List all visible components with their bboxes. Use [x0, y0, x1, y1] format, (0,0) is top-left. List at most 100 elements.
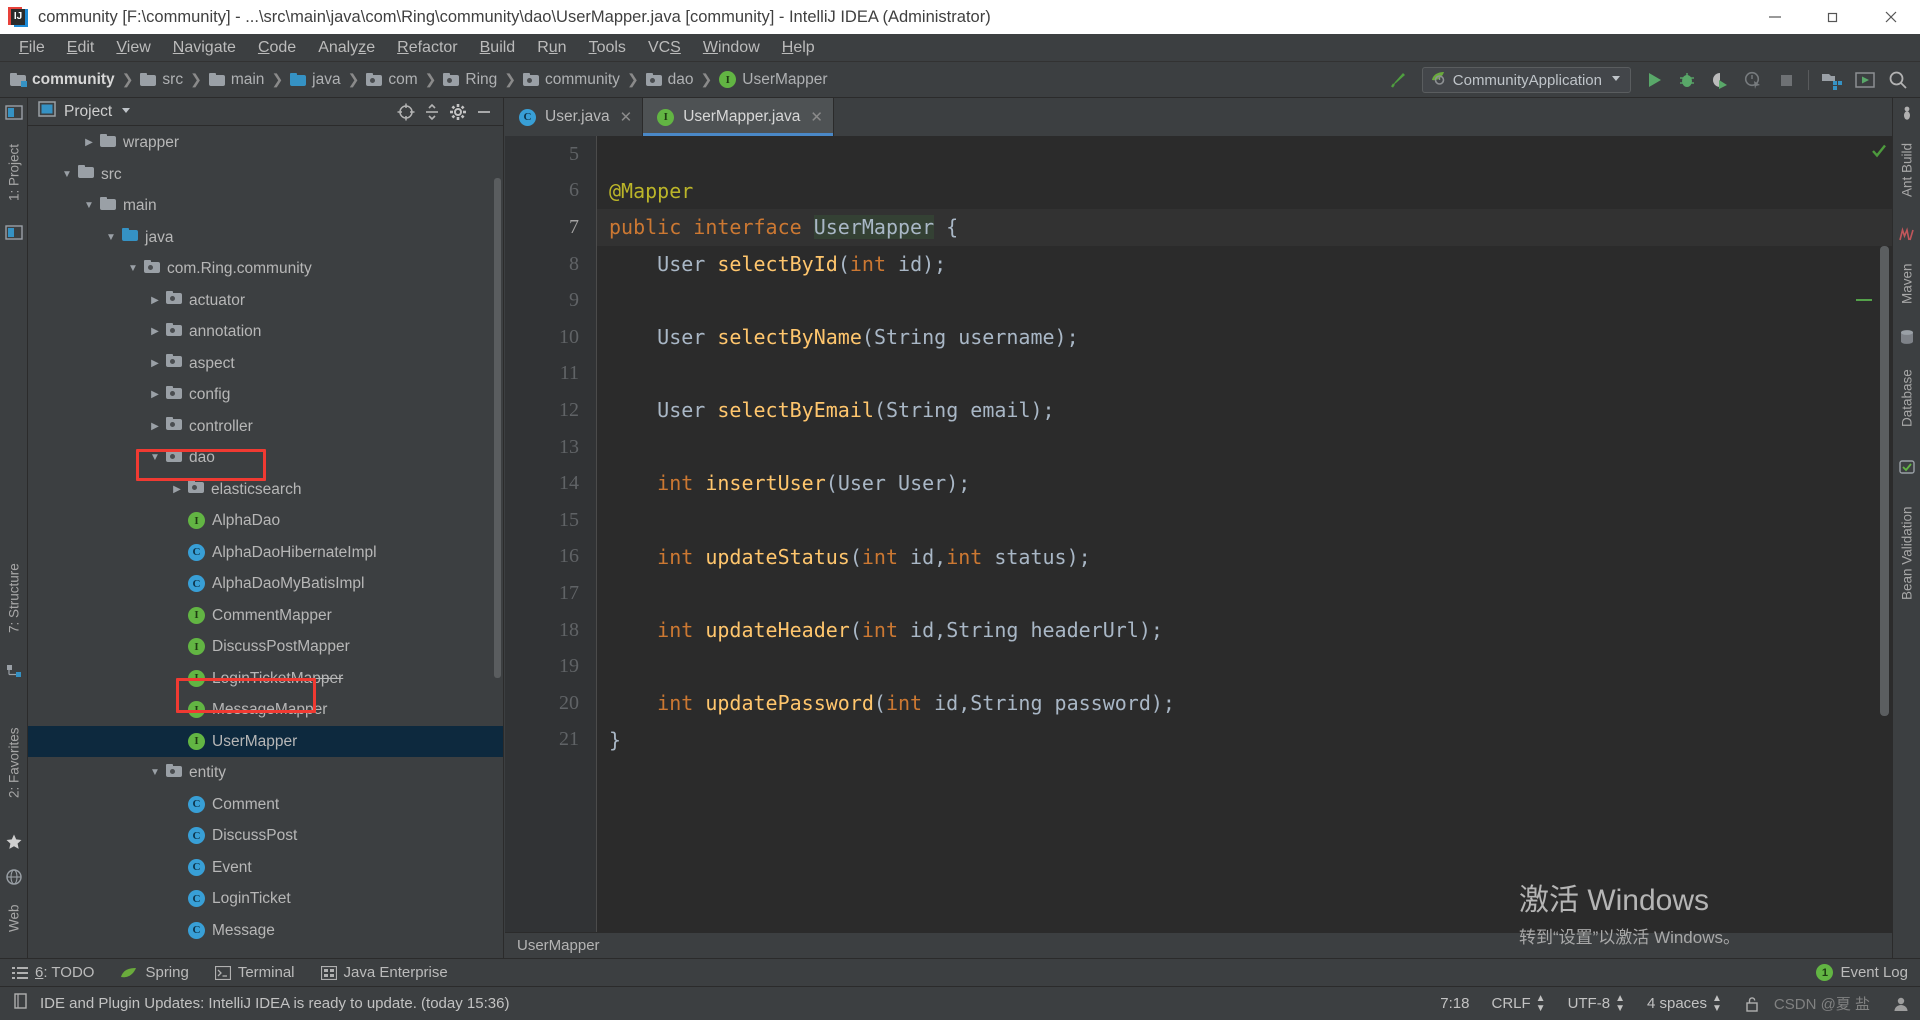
project-window-icon[interactable]	[5, 224, 23, 242]
tree-item-loginticket[interactable]: C LoginTicket	[28, 883, 503, 915]
tree-item-alphadao[interactable]: I AlphaDao	[28, 505, 503, 537]
tree-item-wrapper[interactable]: ▶ wrapper	[28, 127, 503, 159]
search-icon[interactable]	[1881, 62, 1914, 98]
code-line-source[interactable]: @Mapper	[597, 173, 1892, 210]
tree-twisty-collapsed[interactable]: ▶	[78, 137, 100, 148]
chevron-down-icon[interactable]	[120, 104, 132, 119]
menu-item-refactor[interactable]: Refactor	[386, 37, 468, 59]
menu-item-analyze[interactable]: Analyze	[307, 37, 386, 59]
tree-item-dao[interactable]: ▼ dao	[28, 442, 503, 474]
breadcrumb-item-main[interactable]: main	[208, 71, 264, 89]
editor-tab-user-java[interactable]: C User.java ✕	[505, 98, 644, 136]
collapse-all-icon[interactable]	[419, 100, 445, 124]
code-line[interactable]: 20 int updatePassword(int id,String pass…	[505, 685, 1892, 722]
code-line[interactable]: 11	[505, 356, 1892, 393]
tree-twisty-collapsed[interactable]: ▶	[144, 326, 166, 337]
code-lines[interactable]: 5 6 @Mapper 7 public interface UserMapper {8…	[505, 136, 1892, 958]
sidebar-item-structure[interactable]: 7: Structure	[0, 538, 28, 658]
gear-icon[interactable]	[445, 100, 471, 124]
close-icon[interactable]	[1862, 0, 1920, 34]
breadcrumb-item-usermapper[interactable]: I UserMapper	[719, 71, 828, 89]
close-icon[interactable]: ✕	[810, 108, 823, 126]
menu-item-help[interactable]: Help	[771, 37, 826, 59]
tree-item-alphadaohibernateimpl[interactable]: C AlphaDaoHibernateImpl	[28, 537, 503, 569]
breadcrumb-item-dao[interactable]: dao	[645, 71, 694, 89]
code-line-source[interactable]	[597, 575, 1892, 612]
code-line[interactable]: 9	[505, 282, 1892, 319]
project-tool-icon[interactable]	[5, 104, 23, 122]
structure-tool-icon[interactable]	[5, 663, 23, 681]
hammer-build-icon[interactable]	[1383, 62, 1416, 98]
code-line-source[interactable]	[597, 356, 1892, 393]
breadcrumb-item-community[interactable]: community	[10, 71, 115, 89]
code-line-source[interactable]	[597, 502, 1892, 539]
code-line[interactable]: 6 @Mapper	[505, 173, 1892, 210]
database-icon[interactable]	[1898, 328, 1916, 346]
web-tool-icon[interactable]	[5, 868, 23, 886]
tree-twisty-expanded[interactable]: ▼	[78, 200, 100, 211]
tree-item-usermapper[interactable]: I UserMapper	[28, 725, 503, 757]
code-line[interactable]: 10 User selectByName(String username);	[505, 319, 1892, 356]
tree-twisty-expanded[interactable]: ▼	[144, 767, 166, 778]
breadcrumb-item-ring[interactable]: Ring	[443, 71, 497, 89]
minimize-icon[interactable]	[471, 100, 497, 124]
code-line[interactable]: 16 int updateStatus(int id,int status);	[505, 539, 1892, 576]
menu-item-tools[interactable]: Tools	[578, 37, 637, 59]
tool-window-spring[interactable]: Spring	[120, 964, 189, 981]
encoding-selector[interactable]: UTF-8 ▲ ▼	[1568, 993, 1625, 1014]
code-line[interactable]: 19	[505, 648, 1892, 685]
project-tree-scrollbar[interactable]	[494, 178, 501, 678]
user-face-icon[interactable]	[1892, 995, 1910, 1013]
code-line[interactable]: 21}	[505, 722, 1892, 759]
sidebar-item-web[interactable]: Web	[0, 888, 28, 948]
code-line[interactable]: 7 public interface UserMapper {	[505, 209, 1892, 246]
tree-twisty-expanded[interactable]: ▼	[100, 232, 122, 243]
tree-item-commentmapper[interactable]: I CommentMapper	[28, 600, 503, 632]
tree-item-discusspostmapper[interactable]: I DiscussPostMapper	[28, 631, 503, 663]
chevron-down-icon[interactable]	[1610, 71, 1622, 89]
code-line[interactable]: 14 int insertUser(User User);	[505, 465, 1892, 502]
indent-selector[interactable]: 4 spaces ▲ ▼	[1647, 993, 1722, 1014]
sidebar-item-maven[interactable]: Maven	[1893, 246, 1920, 322]
run-button[interactable]	[1637, 62, 1670, 98]
menu-item-vcs[interactable]: VCS	[637, 37, 692, 59]
code-line[interactable]: 17	[505, 575, 1892, 612]
event-log-button[interactable]: 1 Event Log	[1816, 964, 1908, 981]
code-area[interactable]: 5 6 @Mapper 7 public interface UserMapper {8…	[505, 136, 1892, 958]
code-line-source[interactable]: User selectById(int id);	[597, 246, 1892, 283]
code-line-source[interactable]: public interface UserMapper {	[597, 209, 1892, 246]
code-line-source[interactable]: User selectByEmail(String email);	[597, 392, 1892, 429]
run-configuration-selector[interactable]: CommunityApplication	[1421, 67, 1631, 93]
line-separator-selector[interactable]: CRLF ▲ ▼	[1491, 993, 1545, 1014]
editor-tab-usermapper-java[interactable]: I UserMapper.java ✕	[643, 98, 834, 136]
breadcrumb-item-com[interactable]: com	[366, 71, 418, 89]
tool-window-java-enterprise[interactable]: Java Enterprise	[320, 964, 448, 981]
project-tree[interactable]: ▶ wrapper ▼ src ▼ main ▼ java ▼ com.Ring.communit…	[28, 127, 503, 958]
tree-item-java[interactable]: ▼ java	[28, 222, 503, 254]
inspections-ok-icon[interactable]	[1870, 142, 1888, 165]
tree-item-actuator[interactable]: ▶ actuator	[28, 285, 503, 317]
tree-item-main[interactable]: ▼ main	[28, 190, 503, 222]
menu-item-window[interactable]: Window	[692, 37, 771, 59]
menu-item-code[interactable]: Code	[247, 37, 307, 59]
menu-item-run[interactable]: Run	[526, 37, 577, 59]
tree-twisty-collapsed[interactable]: ▶	[144, 358, 166, 369]
sidebar-item-bean-validation[interactable]: Bean Validation	[1893, 478, 1920, 628]
ant-icon[interactable]	[1898, 104, 1916, 122]
sidebar-item-ant-build[interactable]: Ant Build	[1893, 124, 1920, 216]
code-line-source[interactable]: User selectByName(String username);	[597, 319, 1892, 356]
stop-button[interactable]	[1769, 62, 1802, 98]
code-line[interactable]: 8 User selectById(int id);	[505, 246, 1892, 283]
editor-scrollbar[interactable]	[1880, 246, 1889, 716]
tree-twisty-collapsed[interactable]: ▶	[144, 389, 166, 400]
code-line[interactable]: 5	[505, 136, 1892, 173]
tree-item-event[interactable]: C Event	[28, 852, 503, 884]
bean-validation-icon[interactable]	[1898, 458, 1916, 476]
tree-item-com-ring-community[interactable]: ▼ com.Ring.community	[28, 253, 503, 285]
menu-item-file[interactable]: File	[8, 37, 56, 59]
code-line-source[interactable]: }	[597, 722, 1892, 759]
run-with-coverage-button[interactable]	[1703, 62, 1736, 98]
favorites-star-icon[interactable]	[5, 833, 23, 851]
code-line-source[interactable]: int insertUser(User User);	[597, 465, 1892, 502]
code-line-source[interactable]: int updateHeader(int id,String headerUrl…	[597, 612, 1892, 649]
